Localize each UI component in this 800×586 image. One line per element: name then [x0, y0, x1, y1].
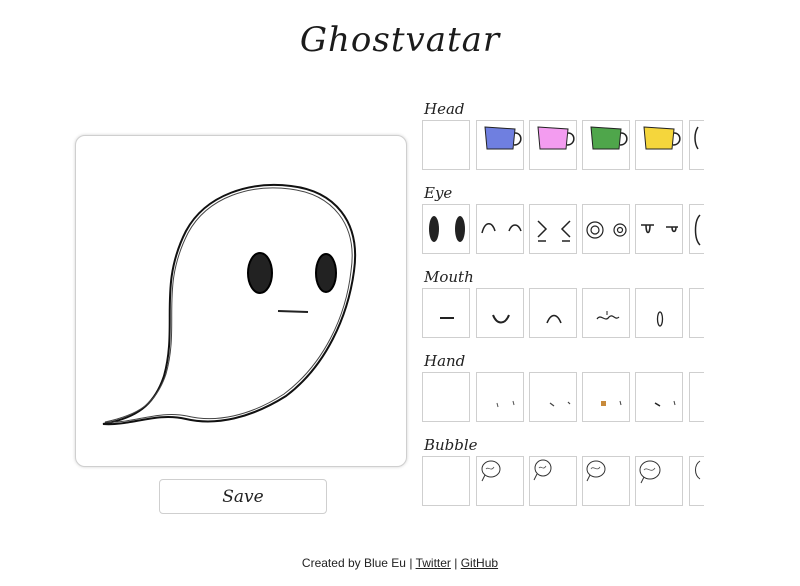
head-option-pink-mug[interactable] — [529, 120, 577, 170]
mouth-option-wavy[interactable] — [582, 288, 630, 338]
hand-option-partial[interactable] — [689, 372, 704, 422]
mouth-option-flat[interactable] — [422, 288, 470, 338]
pink-mug-icon — [537, 126, 575, 150]
hand-1-icon — [496, 400, 515, 408]
footer: Created by Blue Eu | Twitter | GitHub — [0, 556, 800, 570]
head-option-yellow-mug[interactable] — [635, 120, 683, 170]
speech-bubble-2-icon — [533, 459, 552, 481]
hand-option-none[interactable] — [422, 372, 470, 422]
ghost-drawing — [102, 184, 357, 426]
flat-mouth-icon — [440, 317, 454, 319]
eye-option-droopy[interactable] — [635, 204, 683, 254]
eye-option-spiral[interactable] — [582, 204, 630, 254]
hand-3-icon — [601, 400, 622, 406]
yellow-mug-icon — [643, 126, 681, 150]
eye-option-arch[interactable] — [476, 204, 524, 254]
ghost-preview — [75, 135, 407, 467]
hand-2-icon — [549, 401, 571, 407]
section-label-bubble: Bubble — [424, 436, 478, 454]
section-hand: Hand — [422, 350, 704, 424]
angled-eyes-icon — [537, 220, 571, 242]
mouth-option-o[interactable] — [635, 288, 683, 338]
eye-option-angled[interactable] — [529, 204, 577, 254]
bubble-option-none[interactable] — [422, 456, 470, 506]
section-bubble: Bubble — [422, 434, 704, 508]
bubble-option-partial[interactable] — [689, 456, 704, 506]
app-title: Ghostvatar — [299, 20, 501, 60]
head-option-green-mug[interactable] — [582, 120, 630, 170]
eye-options — [422, 204, 704, 256]
mouth-option-frown[interactable] — [529, 288, 577, 338]
arch-eyes-icon — [481, 223, 522, 234]
bubble-option-3[interactable] — [582, 456, 630, 506]
spiral-eyes-icon — [586, 221, 627, 239]
hand-option-4[interactable] — [635, 372, 683, 422]
eye-option-oval[interactable] — [422, 204, 470, 254]
mouth-options — [422, 288, 704, 340]
smile-mouth-icon — [492, 314, 510, 324]
hand-4-icon — [654, 400, 676, 407]
bubble-options — [422, 456, 704, 508]
wavy-mouth-icon — [596, 311, 620, 320]
speech-bubble-4-icon — [639, 460, 661, 484]
head-options — [422, 120, 704, 172]
hand-option-1[interactable] — [476, 372, 524, 422]
hand-option-2[interactable] — [529, 372, 577, 422]
section-label-head: Head — [424, 100, 465, 118]
droopy-eyes-icon — [641, 224, 678, 234]
bubble-option-4[interactable] — [635, 456, 683, 506]
mouth-option-partial[interactable] — [689, 288, 704, 338]
bubble-option-1[interactable] — [476, 456, 524, 506]
eye-option-partial[interactable] — [689, 204, 704, 254]
hand-option-3[interactable] — [582, 372, 630, 422]
oval-eyes-icon — [429, 216, 465, 242]
section-mouth: Mouth — [422, 266, 704, 340]
section-label-eye: Eye — [424, 184, 453, 202]
blue-mug-icon — [484, 126, 522, 150]
speech-bubble-3-icon — [586, 460, 606, 482]
section-eye: Eye — [422, 182, 704, 256]
frown-mouth-icon — [546, 314, 562, 324]
footer-separator: | — [454, 556, 458, 570]
green-mug-icon — [590, 126, 628, 150]
head-option-blue-mug[interactable] — [476, 120, 524, 170]
o-mouth-icon — [656, 311, 664, 327]
save-button[interactable]: Save — [159, 479, 327, 514]
head-option-partial[interactable] — [689, 120, 704, 170]
speech-bubble-partial-icon — [695, 460, 701, 480]
section-label-hand: Hand — [424, 352, 466, 370]
section-label-mouth: Mouth — [424, 268, 474, 286]
eye-partial-icon — [694, 214, 701, 246]
github-link[interactable]: GitHub — [461, 556, 498, 570]
hand-options — [422, 372, 704, 424]
section-head: Head — [422, 98, 704, 172]
bubble-option-2[interactable] — [529, 456, 577, 506]
part-picker: Head Eye Mouth Hand Bubble — [422, 98, 704, 518]
mouth-option-smile[interactable] — [476, 288, 524, 338]
twitter-link[interactable]: Twitter — [416, 556, 451, 570]
mug-partial-icon — [694, 126, 699, 150]
head-option-none[interactable] — [422, 120, 470, 170]
footer-credit: Created by Blue Eu | — [301, 556, 413, 570]
speech-bubble-1-icon — [481, 460, 501, 482]
